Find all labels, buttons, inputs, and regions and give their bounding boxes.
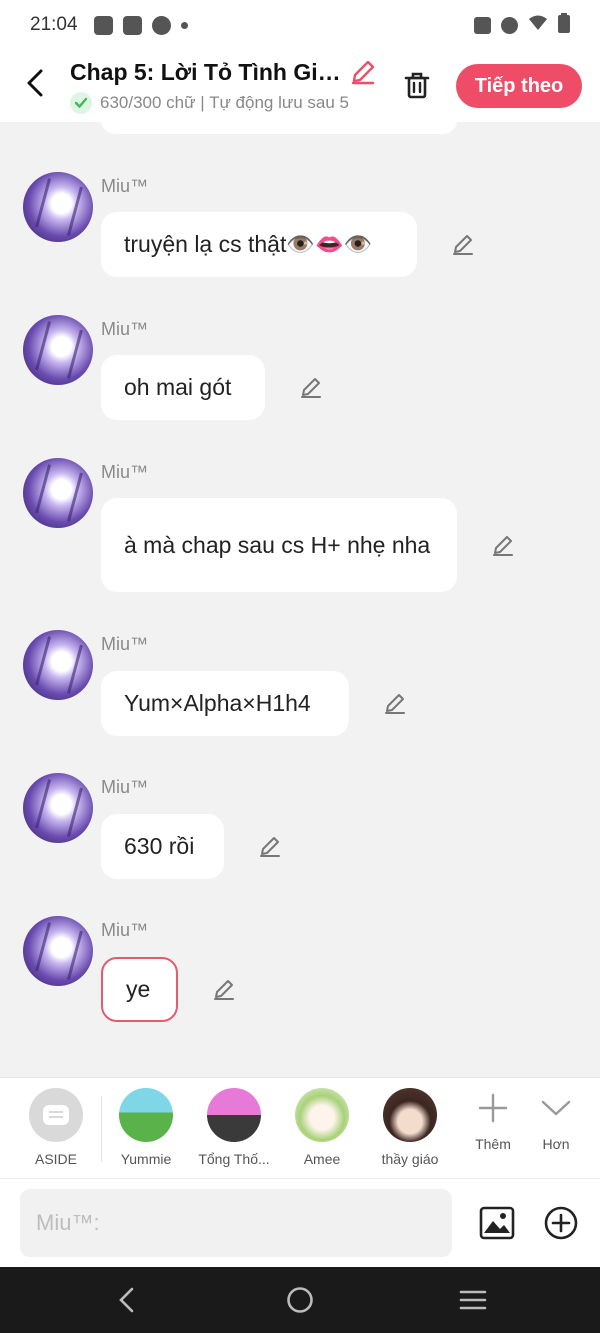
message-text: ye <box>126 976 151 1002</box>
chapter-title[interactable]: Chap 5: Lời Tỏ Tình Giả... <box>70 59 346 86</box>
aside-icon <box>29 1088 83 1142</box>
avatar[interactable] <box>23 773 93 843</box>
message-text: oh mai gót <box>124 374 232 400</box>
status-icons <box>474 12 570 38</box>
home-icon <box>287 1287 313 1313</box>
pencil-icon <box>260 837 280 857</box>
message-text: truyện lạ cs thật👁️👄👁️ <box>124 231 373 257</box>
sender-name: Miu™ <box>101 319 149 339</box>
insert-image-button[interactable] <box>478 1204 516 1242</box>
edit-title-button[interactable] <box>350 58 378 86</box>
character-bar: ASIDE Yummie Tổng Thố... Amee thầy giáo … <box>0 1077 600 1178</box>
plus-circle-icon <box>544 1206 578 1240</box>
character-yummie[interactable]: Yummie <box>106 1088 186 1167</box>
next-button[interactable]: Tiếp theo <box>456 64 582 108</box>
avatar <box>207 1088 261 1142</box>
message-text: Yum×Alpha×H1h4 <box>124 690 311 716</box>
edit-message-button[interactable] <box>211 977 237 1003</box>
app-icon <box>151 15 171 35</box>
back-arrow-icon <box>27 69 43 97</box>
editor-header: Chap 5: Lời Tỏ Tình Giả... 630/300 chữ |… <box>0 50 600 122</box>
add-character-button[interactable]: Thêm <box>463 1090 523 1152</box>
character-tong-thong[interactable]: Tổng Thố... <box>194 1088 274 1167</box>
dnd-icon <box>501 16 518 34</box>
image-icon <box>479 1206 515 1240</box>
chat-list[interactable]: Miu™ truyện lạ cs thật👁️👄👁️ Miu™ oh mai … <box>0 122 600 1077</box>
sender-name: Miu™ <box>101 634 149 654</box>
avatar[interactable] <box>23 172 93 242</box>
pencil-icon <box>301 378 321 398</box>
edit-message-button[interactable] <box>490 533 516 559</box>
pencil-icon <box>385 694 405 714</box>
nav-back-button[interactable] <box>110 1283 144 1317</box>
nav-home-button[interactable] <box>283 1283 317 1317</box>
avatar[interactable] <box>23 458 93 528</box>
character-label: thầy giáo <box>381 1151 439 1167</box>
back-button[interactable] <box>20 68 50 98</box>
avatar[interactable] <box>23 630 93 700</box>
pencil-icon <box>214 980 234 1000</box>
menu-icon <box>459 1290 487 1310</box>
character-amee[interactable]: Amee <box>282 1088 362 1167</box>
character-label: ASIDE <box>34 1151 77 1167</box>
more-notifications-icon <box>180 21 188 29</box>
pencil-icon <box>493 536 513 556</box>
pencil-icon <box>351 60 375 85</box>
avatar <box>295 1088 349 1142</box>
message-bubble[interactable]: oh mai gót <box>101 355 265 420</box>
chevron-down-icon <box>538 1090 574 1126</box>
composer-bar <box>0 1178 600 1267</box>
word-count-status: 630/300 chữ | Tự động lưu sau 5 <box>100 93 350 112</box>
avatar <box>119 1088 173 1142</box>
edit-message-button[interactable] <box>450 232 476 258</box>
message-bubble[interactable]: truyện lạ cs thật👁️👄👁️ <box>101 212 417 277</box>
add-content-button[interactable] <box>542 1204 580 1242</box>
avatar[interactable] <box>23 916 93 986</box>
character-thay-giao[interactable]: thầy giáo <box>370 1088 450 1167</box>
delete-button[interactable] <box>400 68 434 102</box>
pencil-icon <box>453 235 473 255</box>
message-bubble[interactable]: 630 rồi <box>101 814 224 879</box>
character-label: Yummie <box>120 1151 172 1167</box>
message-text: 630 rồi <box>124 833 195 859</box>
message-bubble-partial[interactable] <box>101 122 457 134</box>
message-bubble-selected[interactable]: ye <box>101 957 178 1022</box>
sender-name: Miu™ <box>101 176 149 196</box>
nav-recents-button[interactable] <box>456 1283 490 1317</box>
saved-check-icon <box>70 92 92 114</box>
status-time: 21:04 <box>30 14 78 35</box>
character-label: Amee <box>303 1151 341 1167</box>
more-characters-button[interactable]: Hơn <box>526 1090 586 1152</box>
trash-icon <box>404 72 430 99</box>
edit-message-button[interactable] <box>298 375 324 401</box>
sender-name: Miu™ <box>101 777 149 797</box>
sender-name: Miu™ <box>101 462 149 482</box>
more-label: Hơn <box>542 1136 570 1152</box>
notification-icon <box>93 15 113 35</box>
character-label: Tổng Thố... <box>198 1151 270 1167</box>
wifi-icon <box>528 14 548 36</box>
sender-name: Miu™ <box>101 920 149 940</box>
character-aside[interactable]: ASIDE <box>16 1088 96 1167</box>
avatar <box>383 1088 437 1142</box>
plus-icon <box>475 1090 511 1126</box>
message-text: à mà chap sau cs H+ nhẹ nha <box>124 531 431 558</box>
back-icon <box>119 1287 134 1313</box>
message-bubble[interactable]: Yum×Alpha×H1h4 <box>101 671 349 736</box>
chapter-title-block: Chap 5: Lời Tỏ Tình Giả... 630/300 chữ |… <box>70 58 380 114</box>
vibrate-icon <box>474 16 491 34</box>
edit-message-button[interactable] <box>382 691 408 717</box>
edit-message-button[interactable] <box>257 834 283 860</box>
add-label: Thêm <box>475 1136 511 1152</box>
system-nav-bar <box>0 1267 600 1333</box>
avatar[interactable] <box>23 315 93 385</box>
message-input[interactable] <box>20 1189 452 1257</box>
notification-icon <box>122 15 142 35</box>
message-bubble[interactable]: à mà chap sau cs H+ nhẹ nha <box>101 498 457 592</box>
status-bar: 21:04 <box>0 0 600 50</box>
battery-icon <box>558 12 570 38</box>
divider <box>101 1096 102 1162</box>
